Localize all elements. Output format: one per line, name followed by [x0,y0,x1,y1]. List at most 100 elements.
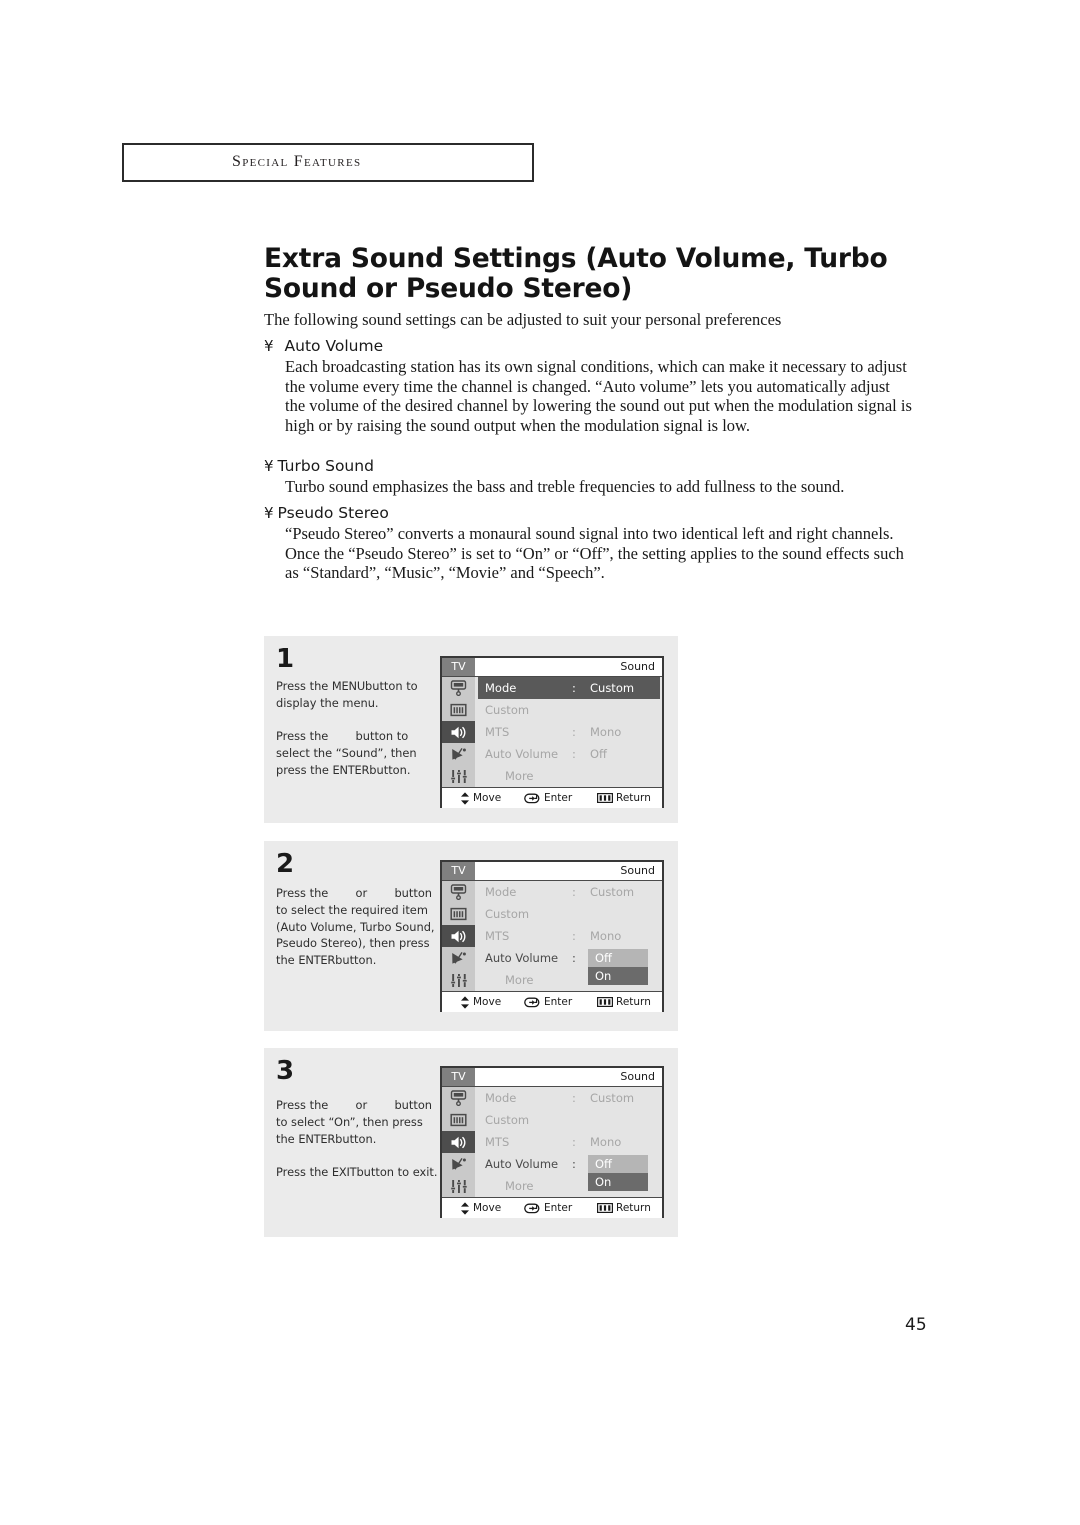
bullet-icon: ¥ [264,504,274,522]
osd-row[interactable]: MTS: Mono [475,1131,662,1153]
remote-key-label: ENTER [298,1131,336,1146]
osd-row-separator: : [572,1091,576,1105]
tv-osd-menu-3: TV Sound Mode: Custom Custom MTS: Mono Auto Vol… [440,1066,664,1218]
tv-monitor-icon[interactable] [442,677,475,699]
osd-row-label: Auto Volume [485,951,559,965]
osd-row-list: Mode: Custom Custom MTS: Mono Auto Volume: Mor… [475,881,662,991]
step-instructions: Press the or button to select the requir… [276,885,444,969]
osd-footer-move-label: Move [473,996,502,1008]
osd-footer-move[interactable]: Move [460,992,501,1012]
osd-footer-enter[interactable]: Enter [524,992,572,1012]
tv-monitor-icon[interactable] [442,881,475,903]
instruction-text: or [351,1098,371,1112]
remote-key-label: ENTER [298,953,336,968]
osd-category-rail [442,881,475,991]
enter-key-icon [524,997,540,1007]
feature-heading-label: Turbo Sound [277,457,374,475]
osd-option-on[interactable]: On [588,967,648,985]
osd-row-label: MTS [485,725,510,739]
osd-row[interactable]: More [475,765,662,787]
osd-body: Mode: Custom Custom MTS: Mono Auto Volume: Mor… [442,1087,662,1197]
osd-option-off[interactable]: Off [588,1155,648,1173]
enter-key-icon [524,1203,541,1214]
osd-row-label: Auto Volume [485,1157,559,1171]
osd-row-label: Auto Volume [485,747,559,761]
osd-row[interactable]: Auto Volume: Off [475,743,662,765]
osd-option-dropdown[interactable]: Off On [588,949,648,985]
osd-row-list: Mode: Custom Custom MTS: Mono Auto Volume: Off… [475,677,662,787]
osd-row[interactable]: Custom [475,1109,662,1131]
osd-row-label: More [505,973,534,987]
osd-option-off[interactable]: Off [588,949,648,967]
osd-row-value: Custom [590,885,635,899]
osd-option-dropdown[interactable]: Off On [588,1155,648,1191]
osd-footer-move[interactable]: Move [460,1198,501,1218]
menu-return-icon [597,793,613,803]
enter-key-icon [524,793,540,803]
page-number: 45 [905,1315,927,1335]
speaker-icon[interactable] [442,925,475,947]
osd-footer-move-label: Move [473,1202,502,1214]
osd-footer-enter[interactable]: Enter [524,788,572,808]
instruction-text: Press the [276,1098,332,1112]
equalizer-icon[interactable] [442,969,475,991]
osd-footer-return[interactable]: Return [597,1198,651,1218]
equalizer-icon[interactable] [442,765,475,787]
menu-return-icon [597,997,613,1007]
osd-footer-bar: Move Enter Return [442,787,662,808]
osd-footer-enter-label: Enter [544,996,573,1008]
osd-row-label: Mode [485,681,517,695]
osd-row[interactable]: Mode: Custom [478,677,660,699]
osd-row[interactable]: Custom [475,699,662,721]
tv-osd-menu-1: TV Sound Mode: Custom Custom MTS: Mono Auto Vol… [440,656,664,808]
osd-option-on[interactable]: On [588,1173,648,1191]
osd-row-label: Custom [485,907,530,921]
speaker-icon[interactable] [442,721,475,743]
satellite-dish-icon[interactable] [442,743,475,765]
step-number: 3 [276,1056,295,1086]
osd-row[interactable]: MTS: Mono [475,925,662,947]
bullet-icon: ¥ [264,457,274,475]
tv-osd-menu-2: TV Sound Mode: Custom Custom MTS: Mono Auto Vol… [440,860,664,1012]
up-down-arrow-icon [461,995,469,1009]
osd-row[interactable]: Mode: Custom [475,1087,662,1109]
osd-footer-move-label: Move [473,792,502,804]
satellite-dish-icon[interactable] [442,1153,475,1175]
osd-row-value: Custom [590,681,635,695]
osd-body: Mode: Custom Custom MTS: Mono Auto Volume: Off… [442,677,662,787]
chapter-title: Special Features [232,153,362,170]
picture-icon[interactable] [442,699,475,721]
step-instruction-paragraph: Press the or button to select the requir… [276,885,444,969]
osd-menu-title: Sound [620,660,655,673]
osd-row-separator: : [572,725,576,739]
feature-section-pseudo-stereo: ¥ Pseudo Stereo “Pseudo Stereo” converts … [264,503,914,583]
osd-row-separator: : [572,885,576,899]
osd-footer-bar: Move Enter Return [442,991,662,1012]
satellite-dish-icon[interactable] [442,947,475,969]
osd-row-label: MTS [485,1135,510,1149]
equalizer-icon[interactable] [442,1175,475,1197]
osd-footer-enter[interactable]: Enter [524,1198,572,1218]
osd-row[interactable]: MTS: Mono [475,721,662,743]
feature-body-text: Turbo sound emphasizes the bass and treb… [285,477,845,496]
osd-row[interactable]: Custom [475,903,662,925]
tv-monitor-icon[interactable] [442,1087,475,1109]
osd-category-rail [442,677,475,787]
osd-menu-title: Sound [620,1070,655,1083]
osd-title-bar: TV Sound [442,1068,662,1087]
picture-icon[interactable] [442,1109,475,1131]
intro-paragraph: The following sound settings can be adju… [264,309,782,329]
osd-footer-move[interactable]: Move [460,788,501,808]
up-down-arrow-icon [460,1201,470,1215]
osd-row-label: Custom [485,1113,530,1127]
osd-footer-return[interactable]: Return [597,788,651,808]
osd-footer-enter-label: Enter [544,1202,573,1214]
instruction-text: Press the [276,729,332,744]
osd-footer-return-label: Return [616,996,651,1008]
osd-source-tag: TV [442,658,475,676]
feature-heading: ¥ Turbo Sound [264,456,914,476]
osd-row[interactable]: Mode: Custom [475,881,662,903]
osd-footer-return[interactable]: Return [597,992,651,1012]
picture-icon[interactable] [442,903,475,925]
speaker-icon[interactable] [442,1131,475,1153]
